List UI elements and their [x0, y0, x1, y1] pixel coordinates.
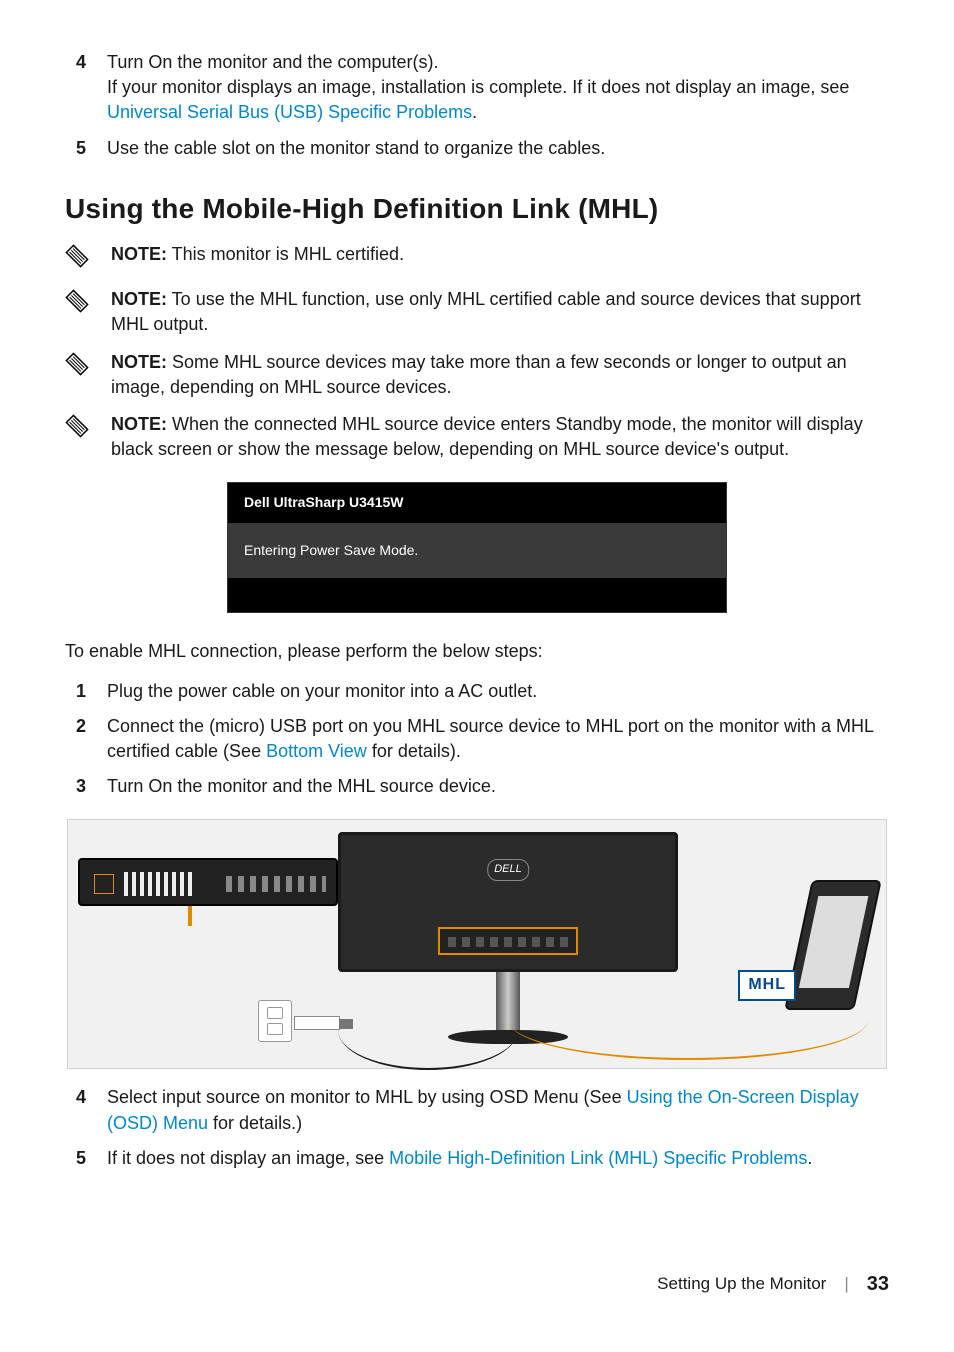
footer-separator: |	[844, 1272, 848, 1296]
list-item: 4 Select input source on monitor to MHL …	[65, 1085, 889, 1135]
item-number: 2	[65, 714, 97, 764]
item-body: Turn On the monitor and the computer(s).…	[107, 50, 889, 126]
section-heading: Using the Mobile-High Definition Link (M…	[65, 189, 889, 228]
list-item: 5 Use the cable slot on the monitor stan…	[65, 136, 889, 161]
mhl-steps-list: 1 Plug the power cable on your monitor i…	[65, 679, 889, 800]
note-text: To use the MHL function, use only MHL ce…	[111, 289, 861, 334]
text: If it does not display an image, see	[107, 1148, 389, 1168]
note-label: NOTE:	[111, 289, 167, 309]
page-footer: Setting Up the Monitor | 33	[657, 1270, 889, 1298]
mhl-connection-diagram: DELL MHL	[67, 819, 887, 1069]
list-item: 2 Connect the (micro) USB port on you MH…	[65, 714, 889, 764]
item-body: Plug the power cable on your monitor int…	[107, 679, 889, 704]
note: NOTE: To use the MHL function, use only …	[65, 287, 889, 337]
mhl-problems-link[interactable]: Mobile High-Definition Link (MHL) Specif…	[389, 1148, 807, 1168]
mhl-label: MHL	[738, 970, 796, 1000]
note-text: When the connected MHL source device ent…	[111, 414, 863, 459]
note-body: NOTE: This monitor is MHL certified.	[97, 242, 889, 275]
note-text: Some MHL source devices may take more th…	[111, 352, 847, 397]
item-body: Turn On the monitor and the MHL source d…	[107, 774, 889, 799]
note-label: NOTE:	[111, 414, 167, 434]
osd-title: Dell UltraSharp U3415W	[228, 483, 726, 523]
item-number: 5	[65, 136, 97, 161]
item-body: Connect the (micro) USB port on you MHL …	[107, 714, 889, 764]
osd-bottom-bar	[228, 578, 726, 612]
dell-logo: DELL	[487, 859, 529, 880]
note-label: NOTE:	[111, 352, 167, 372]
bottom-view-link[interactable]: Bottom View	[266, 741, 367, 761]
wall-outlet-icon	[258, 1000, 292, 1042]
enable-intro: To enable MHL connection, please perform…	[65, 639, 889, 664]
text: .	[807, 1148, 812, 1168]
page-number: 33	[867, 1270, 889, 1298]
note: NOTE: This monitor is MHL certified.	[65, 242, 889, 275]
note-label: NOTE:	[111, 244, 167, 264]
list-item: 5 If it does not display an image, see M…	[65, 1146, 889, 1171]
item-number: 5	[65, 1146, 97, 1171]
item-body: Select input source on monitor to MHL by…	[107, 1085, 889, 1135]
item-number: 3	[65, 774, 97, 799]
top-numbered-list: 4 Turn On the monitor and the computer(s…	[65, 50, 889, 161]
note-text: This monitor is MHL certified.	[167, 244, 404, 264]
text: Select input source on monitor to MHL by…	[107, 1087, 627, 1107]
note-icon	[65, 287, 97, 337]
text: Connect the (micro) USB port on you MHL …	[107, 716, 873, 761]
port-panel-icon	[438, 927, 578, 955]
note-icon	[65, 242, 97, 275]
notes-block: NOTE: This monitor is MHL certified. NOT…	[65, 242, 889, 462]
monitor-back-icon: DELL	[338, 832, 678, 972]
soundbar-icon	[78, 858, 338, 906]
list-item: 3 Turn On the monitor and the MHL source…	[65, 774, 889, 799]
footer-section-name: Setting Up the Monitor	[657, 1272, 826, 1296]
item-body: Use the cable slot on the monitor stand …	[107, 136, 889, 161]
note-icon	[65, 412, 97, 462]
item-number: 4	[65, 50, 97, 126]
note-icon	[65, 350, 97, 400]
power-plug-icon	[294, 1016, 340, 1030]
power-cable-icon	[338, 990, 518, 1070]
note-body: NOTE: Some MHL source devices may take m…	[97, 350, 889, 400]
note: NOTE: Some MHL source devices may take m…	[65, 350, 889, 400]
usb-problems-link[interactable]: Universal Serial Bus (USB) Specific Prob…	[107, 102, 472, 122]
item-number: 1	[65, 679, 97, 704]
list-item: 4 Turn On the monitor and the computer(s…	[65, 50, 889, 126]
note-body: NOTE: When the connected MHL source devi…	[97, 412, 889, 462]
mhl-steps-list-continued: 4 Select input source on monitor to MHL …	[65, 1085, 889, 1171]
list-item: 1 Plug the power cable on your monitor i…	[65, 679, 889, 704]
text: for details).	[367, 741, 461, 761]
osd-message: Entering Power Save Mode.	[228, 523, 726, 579]
phone-icon	[784, 880, 882, 1010]
text: for details.)	[208, 1113, 302, 1133]
text: If your monitor displays an image, insta…	[107, 77, 849, 97]
text: .	[472, 102, 477, 122]
note-body: NOTE: To use the MHL function, use only …	[97, 287, 889, 337]
osd-message-box: Dell UltraSharp U3415W Entering Power Sa…	[227, 482, 727, 613]
note: NOTE: When the connected MHL source devi…	[65, 412, 889, 462]
text: Turn On the monitor and the computer(s).	[107, 52, 438, 72]
item-body: If it does not display an image, see Mob…	[107, 1146, 889, 1171]
item-number: 4	[65, 1085, 97, 1135]
